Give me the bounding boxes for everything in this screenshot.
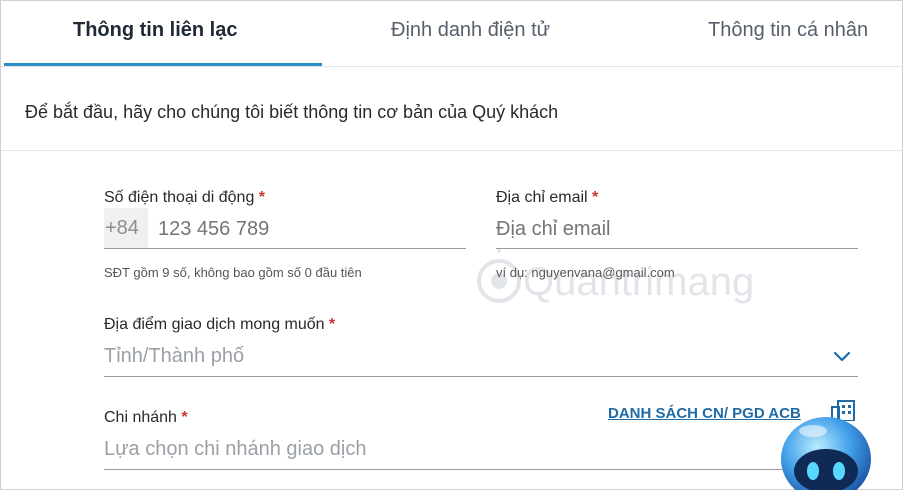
location-select[interactable]: Tỉnh/Thành phố xyxy=(104,345,244,368)
tab-personal-info[interactable]: Thông tin cá nhân xyxy=(708,15,868,45)
tab-bar: Thông tin liên lạc Định danh điện tử Thô… xyxy=(1,1,903,67)
branch-list-link[interactable]: DANH SÁCH CN/ PGD ACB xyxy=(608,405,801,422)
phone-input[interactable] xyxy=(158,216,458,242)
chevron-down-icon[interactable] xyxy=(832,348,852,364)
branch-underline xyxy=(104,469,858,470)
chatbot-icon[interactable] xyxy=(773,409,879,490)
location-underline xyxy=(104,376,858,377)
email-input[interactable] xyxy=(496,216,851,242)
country-code-prefix: +84 xyxy=(104,208,148,248)
required-mark: * xyxy=(592,189,599,206)
required-mark: * xyxy=(181,409,188,426)
quantrimang-watermark: Quantrimang xyxy=(477,249,754,304)
phone-label-text: Số điện thoại di động xyxy=(104,189,255,206)
branch-label-text: Chi nhánh xyxy=(104,409,177,426)
active-tab-indicator xyxy=(4,63,322,66)
tab-contact-info[interactable]: Thông tin liên lạc xyxy=(73,15,237,45)
location-label-text: Địa điểm giao dịch mong muốn xyxy=(104,316,325,333)
email-label-text: Địa chỉ email xyxy=(496,189,588,206)
required-mark: * xyxy=(258,189,266,206)
tab-electronic-id[interactable]: Định danh điện tử xyxy=(391,15,550,45)
section-divider xyxy=(1,150,903,151)
email-label: Địa chỉ email * xyxy=(496,189,598,207)
branch-select[interactable]: Lựa chọn chi nhánh giao dịch xyxy=(104,438,366,461)
intro-text: Để bắt đầu, hãy cho chúng tôi biết thông… xyxy=(25,102,559,122)
phone-label: Số điện thoại di động * xyxy=(104,189,265,207)
required-mark: * xyxy=(329,316,336,333)
location-label: Địa điểm giao dịch mong muốn * xyxy=(104,316,335,334)
email-helper-text: ví dụ: nguyenvana@gmail.com xyxy=(496,265,675,280)
branch-label: Chi nhánh * xyxy=(104,409,188,427)
email-underline xyxy=(496,248,858,249)
form-frame: Thông tin liên lạc Định danh điện tử Thô… xyxy=(0,0,903,490)
phone-underline xyxy=(104,248,466,249)
phone-helper-text: SĐT gồm 9 số, không bao gồm số 0 đầu tiê… xyxy=(104,265,362,280)
